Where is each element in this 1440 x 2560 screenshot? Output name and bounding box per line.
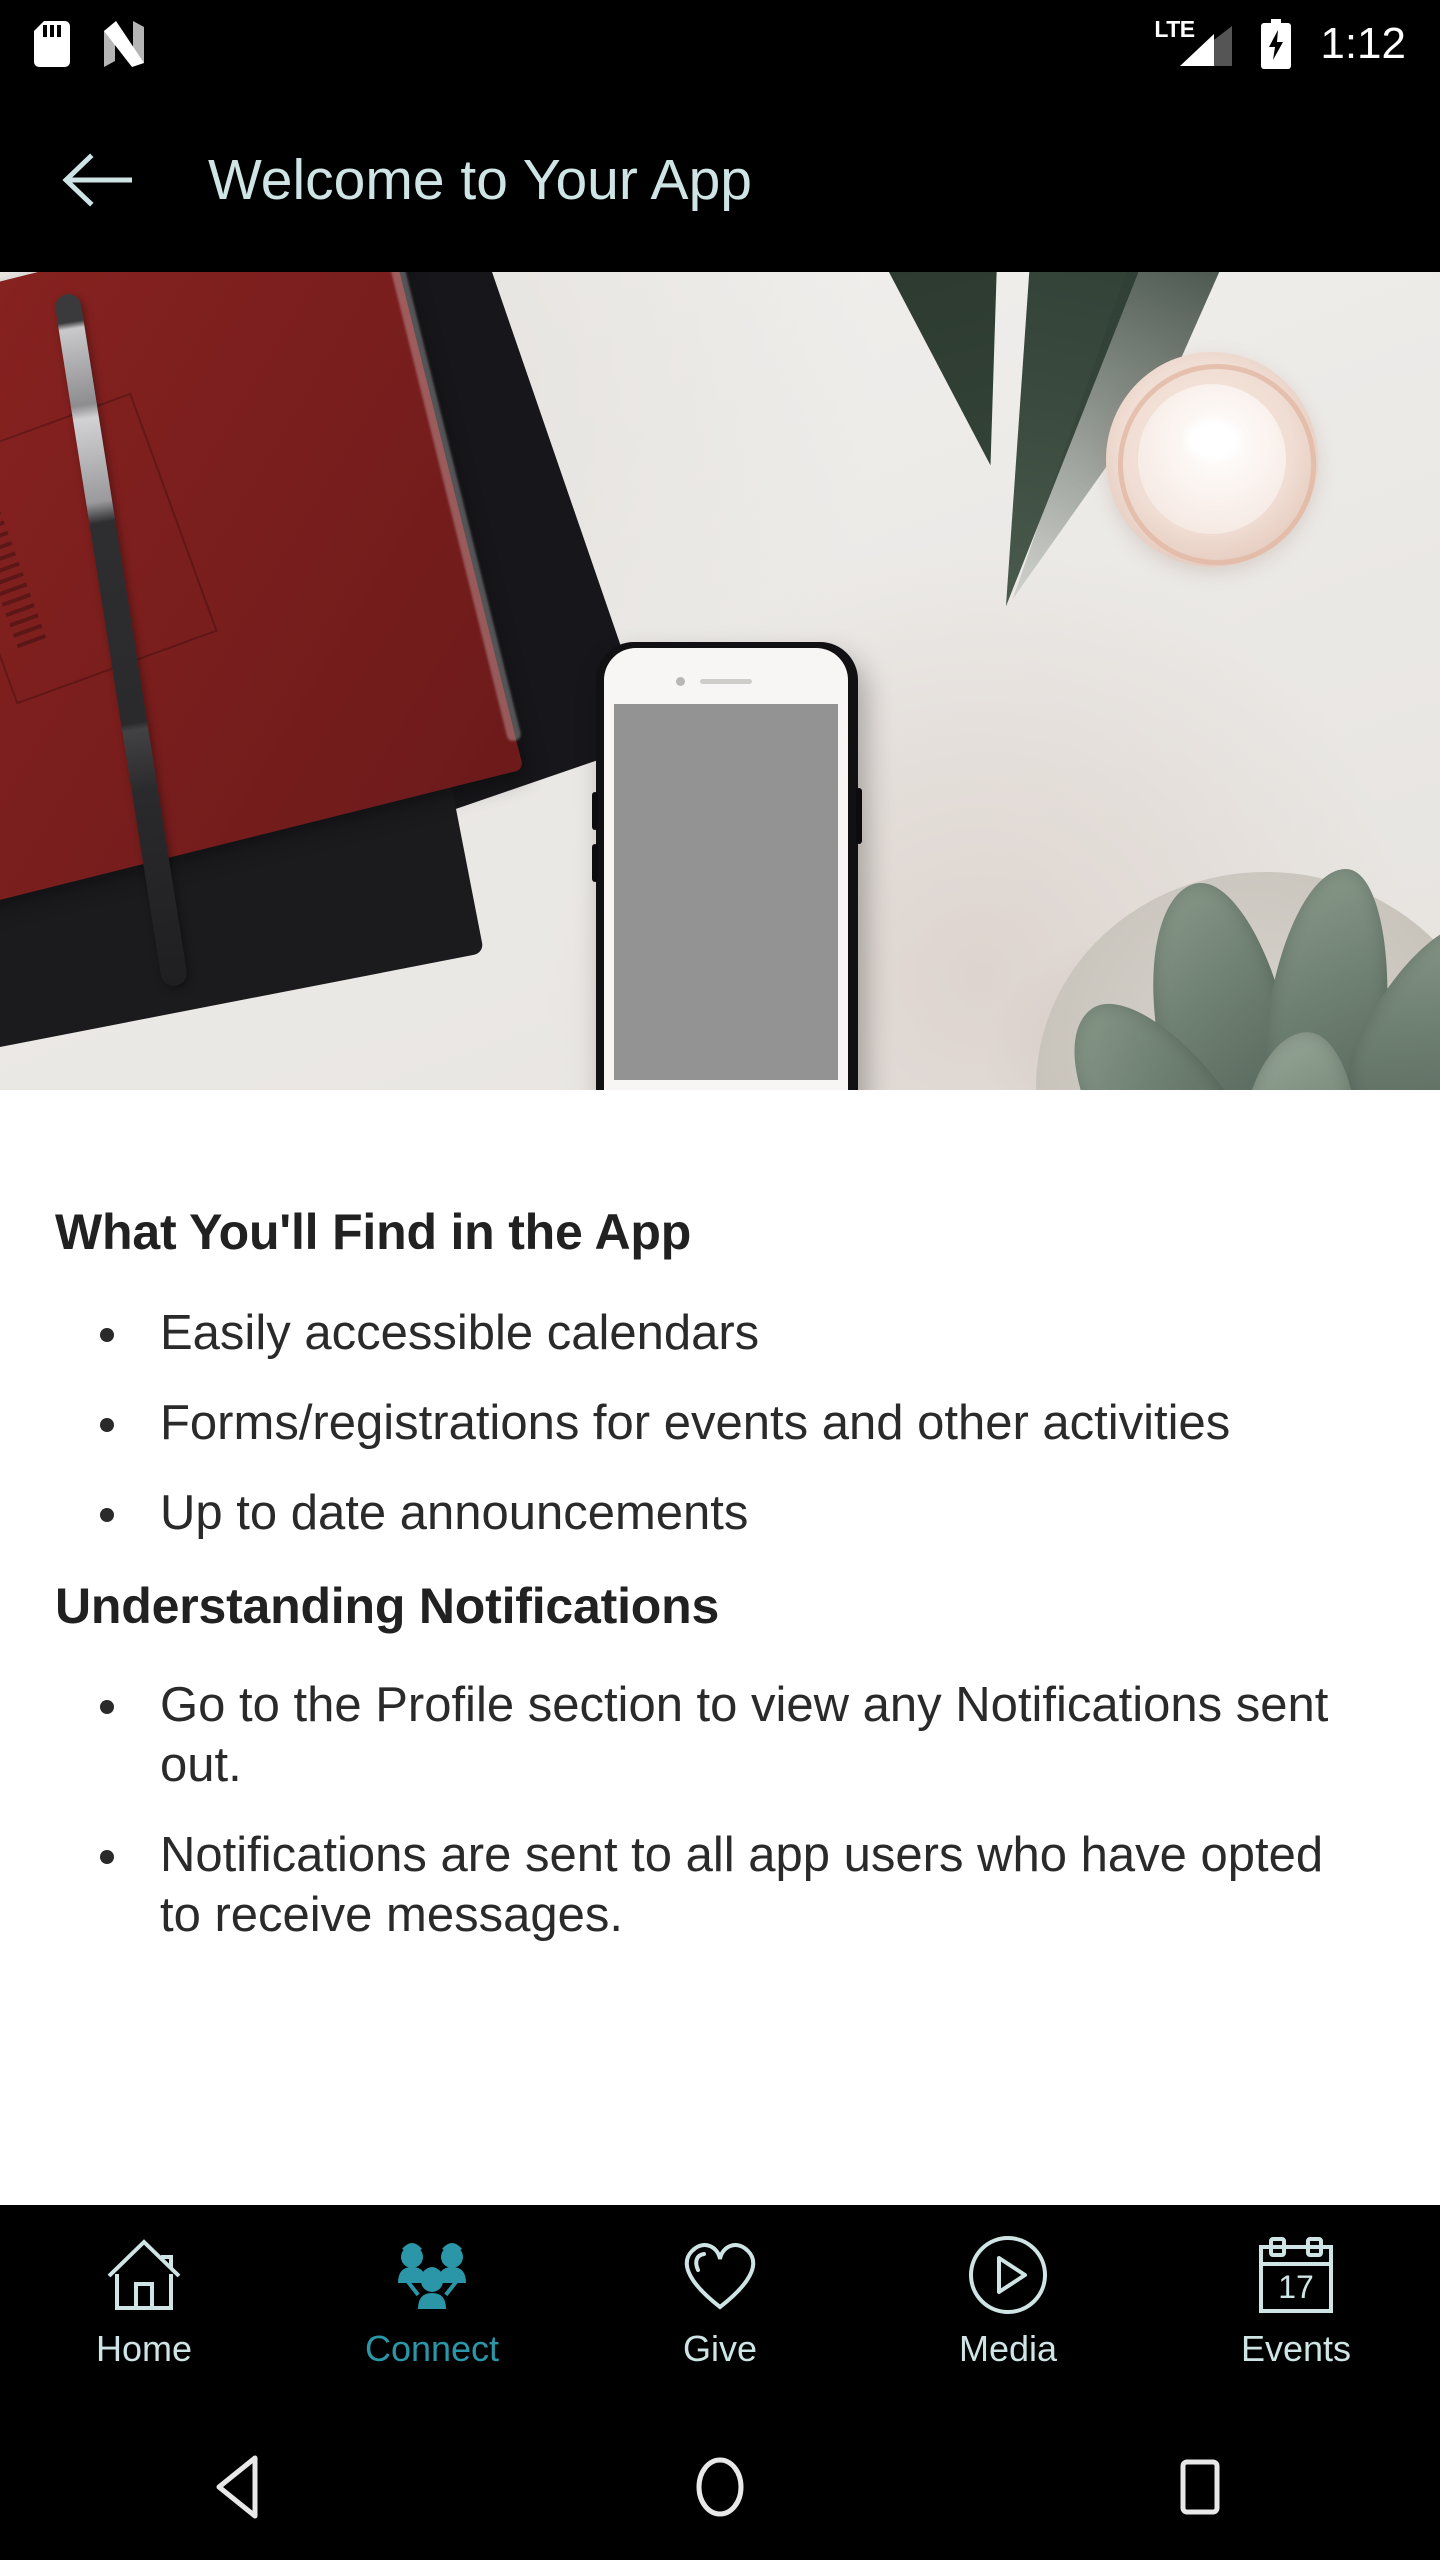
list-item-text: Easily accessible calendars: [160, 1306, 760, 1360]
list-item: Go to the Profile section to view any No…: [0, 1676, 1440, 1796]
nav-label-events: Events: [1240, 2328, 1352, 2369]
list-item-text: Go to the Profile section to view any No…: [160, 1678, 1329, 1793]
status-bar-right-icons: LTE 1:12: [1154, 18, 1406, 69]
calendar-day-number: 17: [1278, 2269, 1314, 2305]
lte-signal-icon: LTE: [1154, 18, 1233, 68]
back-button[interactable]: [42, 124, 154, 236]
hero-phone-screen: [614, 704, 838, 1080]
nav-label-home: Home: [95, 2328, 193, 2369]
system-recents-button[interactable]: [960, 2453, 1440, 2521]
app-bar-title: Welcome to Your App: [208, 147, 752, 212]
nav-item-give[interactable]: Give: [576, 2205, 864, 2367]
list-item-text: Up to date announcements: [160, 1485, 749, 1540]
section-heading-understanding-notifications: Understanding Notifications: [55, 1578, 720, 1635]
bullet-dot: [100, 1700, 114, 1715]
home-icon: [103, 2231, 185, 2319]
hero-image: [0, 272, 1440, 1090]
bullet-dot: [100, 1417, 114, 1432]
nav-item-home[interactable]: Home: [0, 2205, 288, 2367]
arrow-left-icon: [62, 153, 132, 207]
list-item: Up to date announcements: [0, 1484, 1440, 1544]
triangle-back-icon: [216, 2455, 258, 2519]
nav-item-media[interactable]: Media: [864, 2205, 1152, 2367]
battery-charging-icon: [1260, 19, 1292, 69]
status-bar: LTE 1:12: [0, 0, 1440, 88]
bullet-list-find-in-app: Easily accessible calendars Forms/regist…: [0, 1304, 1440, 1543]
bullet-dot: [100, 1328, 114, 1342]
section-heading-find-in-app: What You'll Find in the App: [55, 1204, 692, 1260]
bottom-navigation-bar: Home Connect Give Media 17 Events: [0, 2205, 1440, 2414]
heart-icon: [678, 2231, 762, 2319]
app-bar: Welcome to Your App: [0, 88, 1440, 272]
system-home-button[interactable]: [480, 2453, 960, 2521]
status-bar-left-icons: [34, 21, 144, 67]
list-item: Forms/registrations for events and other…: [0, 1394, 1440, 1454]
bullet-dot: [100, 1507, 114, 1522]
calendar-icon: 17: [1255, 2231, 1337, 2319]
sdcard-icon: [34, 21, 70, 67]
list-item: Easily accessible calendars: [0, 1304, 1440, 1364]
list-item-text: Notifications are sent to all app users …: [160, 1827, 1324, 1942]
android-system-nav-bar: [0, 2414, 1440, 2560]
nav-label-give: Give: [682, 2328, 758, 2369]
list-item: Notifications are sent to all app users …: [0, 1826, 1440, 1946]
people-group-icon: [388, 2231, 476, 2319]
bullet-list-notifications: Go to the Profile section to view any No…: [0, 1676, 1440, 1945]
nav-item-connect[interactable]: Connect: [288, 2205, 576, 2367]
circle-home-icon: [696, 2457, 744, 2517]
system-back-button[interactable]: [0, 2453, 480, 2521]
list-item-text: Forms/registrations for events and other…: [160, 1395, 1231, 1450]
square-recents-icon: [1180, 2459, 1220, 2515]
play-circle-icon: [967, 2231, 1049, 2319]
nav-item-events[interactable]: 17 Events: [1152, 2205, 1440, 2367]
bullet-dot: [100, 1849, 114, 1864]
status-bar-clock: 1:12: [1320, 19, 1406, 68]
nav-label-connect: Connect: [364, 2328, 500, 2369]
phone-screen: LTE 1:12 Welcome to Your App What You'll…: [0, 0, 1440, 2560]
content-scroll-area[interactable]: What You'll Find in the App Easily acces…: [0, 1090, 1440, 2205]
nav-label-media: Media: [958, 2328, 1058, 2369]
android-nougat-icon: [104, 21, 144, 67]
